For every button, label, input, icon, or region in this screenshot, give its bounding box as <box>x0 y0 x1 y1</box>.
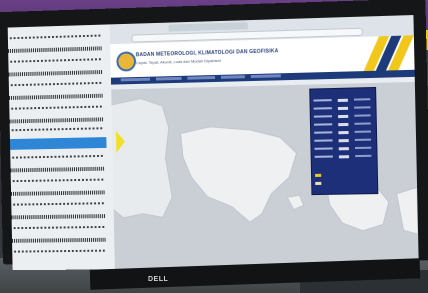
legend-row <box>313 98 372 104</box>
seismic-trace <box>10 249 107 253</box>
monitor-logo: DELL <box>148 276 169 283</box>
site-subtitle: Cepat, Tepat, Akurat, Luas dan Mudah Dip… <box>135 57 221 66</box>
island-java-east <box>111 98 172 218</box>
seismic-trace <box>9 214 107 220</box>
site-title: BADAN METEOROLOGI, KLIMATOLOGI DAN GEOFI… <box>135 48 279 59</box>
monitor-screen: BADAN METEOROLOGI, KLIMATOLOGI DAN GEOFI… <box>7 15 419 271</box>
nav-link[interactable] <box>155 76 182 81</box>
map-area[interactable] <box>111 81 419 270</box>
island-sumbawa <box>397 187 418 234</box>
seismic-trace <box>7 46 103 54</box>
bmkg-logo-icon[interactable] <box>116 51 137 72</box>
triangle-pointer-icon <box>115 130 126 153</box>
seismic-trace <box>7 117 105 124</box>
legend-row <box>314 138 373 145</box>
seismic-trace <box>10 237 107 243</box>
station-legend-panel <box>309 86 379 196</box>
seismic-trace <box>8 166 106 173</box>
seismograph-panel <box>7 24 116 271</box>
legend-row <box>313 122 373 128</box>
nav-link[interactable] <box>220 75 245 79</box>
monitor: BADAN METEOROLOGI, KLIMATOLOGI DAN GEOFI… <box>0 0 428 271</box>
legend-row <box>313 106 373 112</box>
legend-key-yellow <box>315 173 322 177</box>
seismic-trace <box>7 58 103 63</box>
island-nusa-penida <box>287 195 303 209</box>
seismic-trace <box>9 202 106 206</box>
seismic-trace <box>8 178 106 183</box>
legend-key-light <box>315 181 322 185</box>
seismic-trace <box>7 105 104 110</box>
seismic-trace <box>9 225 107 230</box>
legend-row <box>313 114 373 120</box>
seismic-trace <box>7 93 104 100</box>
seismic-trace <box>7 81 104 87</box>
selected-trace-row[interactable] <box>7 137 107 151</box>
seismic-trace <box>7 34 103 40</box>
seismic-trace <box>7 127 105 132</box>
legend-row <box>314 130 373 136</box>
island-bali <box>181 125 298 223</box>
nav-link[interactable] <box>120 77 151 82</box>
seismic-trace <box>7 70 104 77</box>
nav-link[interactable] <box>187 75 216 80</box>
seismic-trace <box>8 154 105 159</box>
seismic-trace <box>9 190 106 196</box>
nav-link[interactable] <box>250 74 281 79</box>
legend-row <box>314 154 374 161</box>
legend-row <box>314 146 373 153</box>
browser-tab[interactable] <box>168 22 248 32</box>
